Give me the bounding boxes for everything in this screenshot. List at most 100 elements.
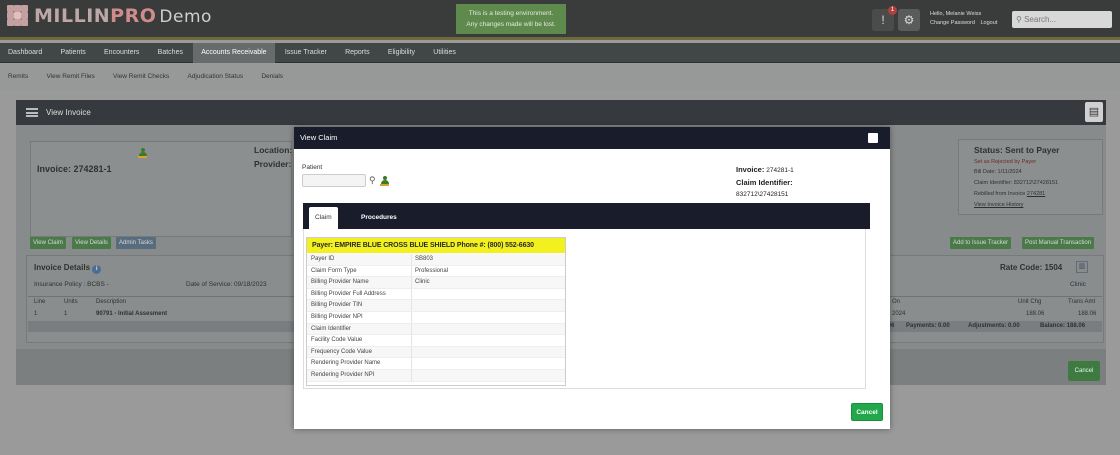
table-row: Facility Code Value xyxy=(307,335,565,347)
bill-date: Bill Date: 1/11/2024 xyxy=(974,169,1022,175)
logo-mark-icon xyxy=(4,2,32,30)
claim-details-box: Payer: EMPIRE BLUE CROSS BLUE SHIELD Pho… xyxy=(306,237,566,386)
settings-gear-icon[interactable]: ⚙ xyxy=(898,9,920,31)
claim-tabs: Claim Procedures xyxy=(303,203,870,229)
search-icon: ⚲ xyxy=(1016,15,1022,24)
table-row: Rendering Provider Name xyxy=(307,358,565,370)
bg-location-label: Location: xyxy=(254,145,293,155)
nav-issue-tracker[interactable]: Issue Tracker xyxy=(277,43,335,63)
col-units: Units xyxy=(64,299,78,305)
brand-name: MILLINPRO Demo xyxy=(34,5,212,27)
set-rejected-link[interactable]: Set as Rejected by Payer xyxy=(974,159,1036,165)
post-manual-transaction-button[interactable]: Post Manual Transaction xyxy=(1022,237,1095,249)
rebilled-invoice-link[interactable]: 274281 xyxy=(1027,191,1045,197)
modal-invoice: Invoice: 274281-1 xyxy=(736,165,794,174)
payments-total: Payments: 0.00 xyxy=(906,323,950,329)
subnav-remits[interactable]: Remits xyxy=(0,64,36,90)
hamburger-menu-icon[interactable] xyxy=(26,108,38,117)
top-header: MILLINPRO Demo This is a testing environm… xyxy=(0,0,1120,40)
nav-batches[interactable]: Batches xyxy=(150,43,191,63)
balance-total: Balance: 188.06 xyxy=(1040,323,1086,329)
table-row: Billing Provider TIN xyxy=(307,300,565,312)
modal-header: View Claim xyxy=(294,127,890,149)
info-icon[interactable]: i xyxy=(92,265,102,274)
row-description: 90791 - Initial Assesment xyxy=(96,311,168,317)
table-row: Frequency Code Value xyxy=(307,346,565,359)
close-icon[interactable] xyxy=(868,133,878,143)
nav-reports[interactable]: Reports xyxy=(337,43,378,63)
view-claim-button[interactable]: View Claim xyxy=(30,237,66,249)
bg-cancel-button[interactable]: Cancel xyxy=(1068,361,1100,381)
nav-encounters[interactable]: Encounters xyxy=(96,43,147,63)
modal-claim-identifier-label: Claim Identifier: xyxy=(736,178,793,187)
cancel-button[interactable]: Cancel xyxy=(851,403,883,421)
view-invoice-panel-header: View Invoice xyxy=(16,100,1106,125)
tab-claim[interactable]: Claim xyxy=(309,207,338,229)
patient-person-icon[interactable] xyxy=(138,148,147,158)
table-row: Billing Provider NPI xyxy=(307,311,565,324)
table-row: Claim Form Type Professional xyxy=(307,265,565,278)
row-line: 1 xyxy=(34,311,38,317)
row-year: 2024 xyxy=(892,311,906,317)
search-input[interactable]: ⚲ Search... xyxy=(1012,11,1112,28)
panel-title: View Invoice xyxy=(46,108,91,117)
claim-fields-table: Payer ID SB803 Claim Form Type Professiona… xyxy=(307,254,565,382)
col-on: On xyxy=(892,299,901,305)
adjustments-total: Adjustments: 0.00 xyxy=(968,323,1020,329)
date-of-service: Date of Service: 09/18/2023 xyxy=(186,281,267,288)
insurance-policy: Insurance Policy : BCBS - xyxy=(34,281,109,288)
col-trans-amt: Trans Amt xyxy=(1068,299,1096,305)
subnav-view-remit-checks[interactable]: View Remit Checks xyxy=(105,64,177,90)
modal-claim-identifier-value: 832712\27428151 xyxy=(736,191,789,198)
nav-patients[interactable]: Patients xyxy=(52,43,93,63)
table-row: Billing Provider Name Clinic xyxy=(307,277,565,289)
view-invoice-history-link[interactable]: View Invoice History xyxy=(974,202,1023,208)
main-nav: Dashboard Patients Encounters Batches Ac… xyxy=(0,43,1120,63)
patient-label: Patient xyxy=(302,164,323,171)
row-trans-amt: 188.06 xyxy=(1078,311,1097,317)
bg-invoice-label: Invoice: 274281-1 xyxy=(37,164,112,174)
admin-tasks-button[interactable]: Admin Tasks xyxy=(116,237,156,249)
rebilled-from: Rebilled from Invoice 274281 xyxy=(974,191,1046,197)
table-row: Claim Identifier xyxy=(307,323,565,336)
alert-count-badge: 1 xyxy=(888,6,897,15)
nav-utilities[interactable]: Utilities xyxy=(425,43,464,63)
app-logo[interactable]: MILLINPRO Demo xyxy=(4,2,212,30)
logout-link[interactable]: Logout xyxy=(980,20,997,26)
view-details-button[interactable]: View Details xyxy=(72,237,111,249)
row-units: 1 xyxy=(64,311,68,317)
modal-title: View Claim xyxy=(300,133,338,142)
clinic-label: Clinic xyxy=(1070,281,1086,288)
rate-chart-icon[interactable]: ▥ xyxy=(1076,261,1088,273)
subnav-denials[interactable]: Denials xyxy=(253,64,291,90)
bg-claim-identifier: Claim Identifier: 832712\27428151 xyxy=(974,180,1059,186)
table-row: Payer ID SB803 xyxy=(307,254,565,266)
add-to-issue-tracker-button[interactable]: Add to Issue Tracker xyxy=(950,237,1012,249)
col-unit-chg: Unit Chg xyxy=(1018,299,1042,305)
tab-procedures[interactable]: Procedures xyxy=(355,207,403,229)
table-row: Rendering Provider NPI xyxy=(307,369,565,382)
invoice-summary-box xyxy=(30,141,292,237)
patient-field[interactable] xyxy=(302,174,366,187)
rate-code: Rate Code: 1504 xyxy=(1000,263,1063,272)
status-title: Status: Sent to Payer xyxy=(974,145,1060,155)
sub-nav: Remits View Remit Files View Remit Check… xyxy=(0,64,1120,90)
search-placeholder: Search... xyxy=(1024,15,1057,24)
alerts-icon[interactable]: ! 1 xyxy=(872,6,897,31)
nav-eligibility[interactable]: Eligibility xyxy=(380,43,423,63)
nav-accounts-receivable[interactable]: Accounts Receivable xyxy=(193,43,275,63)
subnav-view-remit-files[interactable]: View Remit Files xyxy=(38,64,102,90)
test-environment-banner: This is a testing environment. Any chang… xyxy=(456,4,566,34)
magnifier-search-icon[interactable]: ⚲ xyxy=(369,175,376,186)
change-password-link[interactable]: Change Password xyxy=(930,20,975,26)
bg-provider-label: Provider: xyxy=(254,159,292,169)
nav-dashboard[interactable]: Dashboard xyxy=(0,43,50,63)
view-claim-modal: View Claim Patient ⚲ Invoice: 274281-1 C… xyxy=(294,127,890,429)
subnav-adjudication-status[interactable]: Adjudication Status xyxy=(179,64,251,90)
document-icon[interactable]: ▤ xyxy=(1085,102,1103,122)
invoice-details-title: Invoice Details i xyxy=(34,263,102,274)
table-row: Billing Provider Full Address xyxy=(307,288,565,301)
row-unit-chg: 188.06 xyxy=(1026,311,1045,317)
user-greeting: Hello, Melanie Weiss xyxy=(930,11,982,17)
patient-person-icon[interactable] xyxy=(380,176,389,186)
